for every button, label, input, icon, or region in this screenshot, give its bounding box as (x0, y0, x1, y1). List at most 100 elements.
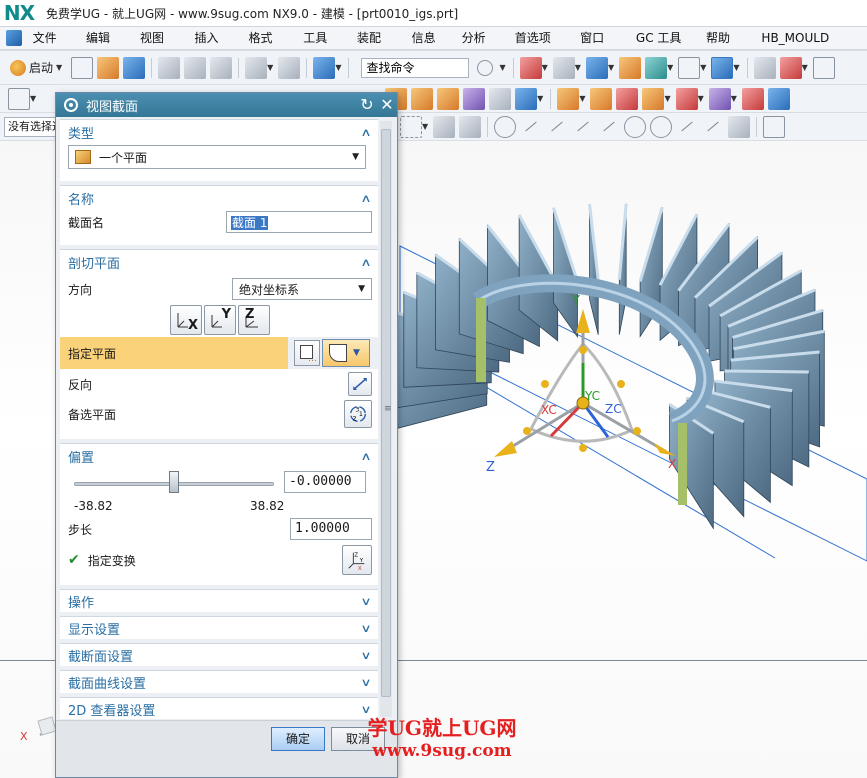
command-finder-icon[interactable] (313, 56, 336, 79)
menu-edit[interactable]: 编辑(E) (79, 28, 133, 66)
chevron-down-icon[interactable]: ▼ (267, 63, 273, 72)
wcs-icon[interactable] (779, 56, 802, 79)
cut-icon[interactable] (158, 56, 181, 79)
reset-icon[interactable]: ↻ (357, 95, 377, 115)
section-cut-face-settings[interactable]: 截断面设置 ∨ (60, 643, 378, 666)
menu-tools[interactable]: 工具(T) (296, 28, 350, 66)
alternate-plane-button[interactable]: 312 (344, 400, 372, 428)
shaded-cube-icon[interactable] (585, 56, 608, 79)
menu-gc-toolbox[interactable]: GC 工具箱 (629, 28, 699, 66)
chevron-down-icon[interactable]: ▼ (664, 94, 670, 103)
existing-point-icon[interactable] (676, 116, 698, 138)
plane-y-button[interactable]: Y (204, 305, 236, 335)
point-on-curve-icon[interactable] (702, 116, 724, 138)
chevron-down-icon[interactable]: ▼ (30, 94, 36, 103)
csys-dialog-button[interactable]: ZYX (342, 545, 372, 575)
section-operation[interactable]: 操作 ∨ (60, 589, 378, 612)
section-header-offset[interactable]: 偏置 ∧ (60, 444, 378, 469)
menu-window[interactable]: 窗口(O) (573, 28, 629, 66)
section-header-display-settings[interactable]: 显示设置 ∨ (60, 617, 378, 640)
type-dropdown[interactable]: 一个平面 ▼ (68, 145, 366, 169)
plane-z-button[interactable]: Z (238, 305, 270, 335)
chevron-down-icon[interactable]: ▼ (731, 94, 737, 103)
quadrant-icon[interactable] (650, 115, 673, 138)
chevron-down-icon[interactable]: ▼ (575, 63, 581, 72)
blend-icon[interactable] (515, 87, 538, 110)
triad-rotate-handle[interactable] (523, 427, 531, 435)
direction-dropdown[interactable]: 绝对坐标系 ▼ (232, 278, 372, 300)
select-face-icon[interactable] (459, 115, 482, 138)
new-file-icon[interactable] (71, 56, 94, 79)
chevron-down-icon[interactable]: ∨ (360, 703, 371, 716)
triad-rotate-handle[interactable] (579, 346, 587, 354)
selection-filter-dropdown[interactable]: 没有选择过 (4, 117, 60, 137)
point-on-face-icon[interactable] (728, 115, 751, 138)
chevron-down-icon[interactable]: ∨ (360, 595, 371, 608)
section-name-input[interactable]: 截面 1 (226, 211, 372, 233)
menu-help[interactable]: 帮助(H) (699, 28, 754, 66)
dialog-title-bar[interactable]: 视图截面 ↻ ✕ (56, 93, 397, 117)
trim-body-icon[interactable] (590, 87, 613, 110)
triad-rotate-handle[interactable] (541, 380, 549, 388)
layer-icon[interactable] (619, 56, 642, 79)
app-menu-icon[interactable] (6, 30, 22, 46)
menu-preferences[interactable]: 首选项(P) (508, 28, 573, 66)
snap-points-icon[interactable] (494, 115, 517, 138)
chevron-up-icon[interactable]: ∧ (360, 126, 371, 139)
chevron-down-icon[interactable]: ▼ (698, 94, 704, 103)
paste-icon[interactable] (210, 56, 233, 79)
chevron-down-icon[interactable]: ▼ (700, 63, 706, 72)
reverse-direction-button[interactable] (348, 372, 372, 396)
section-curve-settings[interactable]: 截面曲线设置 ∨ (60, 670, 378, 693)
unite-icon[interactable] (557, 87, 580, 110)
undo-icon[interactable] (245, 56, 268, 79)
section-header-cut-face-settings[interactable]: 截断面设置 ∨ (60, 644, 378, 667)
view-section-icon[interactable] (711, 56, 734, 79)
split-body-icon[interactable] (616, 87, 639, 110)
chevron-down-icon[interactable]: ∨ (360, 676, 371, 689)
z-arrow-icon[interactable] (494, 441, 517, 457)
chevron-down-icon[interactable]: ∨ (360, 649, 371, 662)
chevron-down-icon[interactable]: ▼ (579, 94, 585, 103)
redo-icon[interactable] (278, 56, 301, 79)
stack-icon[interactable] (753, 56, 776, 79)
chevron-up-icon[interactable]: ∧ (360, 256, 371, 269)
open-folder-icon[interactable] (97, 56, 120, 79)
section-header-type[interactable]: 类型 ∧ (60, 120, 378, 145)
dialog-scrollbar-thumb[interactable]: ≡ (381, 129, 392, 697)
step-value-input[interactable]: 1.00000 (290, 518, 372, 540)
plane-dialog-button[interactable]: … (294, 340, 320, 366)
hole-icon[interactable] (437, 87, 460, 110)
triad-rotate-handle[interactable] (633, 427, 641, 435)
mirror-icon[interactable] (708, 87, 731, 110)
select-body-icon[interactable] (433, 115, 456, 138)
chevron-down-icon[interactable]: ▼ (733, 63, 739, 72)
offset-slider-thumb[interactable] (169, 471, 179, 493)
orient-view-icon[interactable] (645, 56, 668, 79)
section-header-name[interactable]: 名称 ∧ (60, 186, 378, 211)
midpoint-icon[interactable] (546, 116, 568, 138)
render-style-icon[interactable] (552, 56, 575, 79)
ok-button[interactable]: 确定 (271, 727, 325, 751)
y-arrow-icon[interactable] (576, 309, 590, 333)
plane-method-dropdown[interactable]: ▼ (322, 339, 370, 367)
draft-icon[interactable] (767, 87, 790, 110)
offset-value-input[interactable]: -0.00000 (284, 471, 366, 493)
control-point-icon[interactable] (572, 116, 594, 138)
section-display-settings[interactable]: 显示设置 ∨ (60, 616, 378, 639)
menu-format[interactable]: 格式(R) (242, 28, 297, 66)
chevron-down-icon[interactable]: ▼ (335, 63, 341, 72)
search-icon[interactable] (477, 59, 494, 76)
boss-icon[interactable] (463, 87, 486, 110)
rectangle-select-icon[interactable] (400, 115, 422, 138)
section-header-curve-settings[interactable]: 截面曲线设置 ∨ (60, 671, 378, 694)
gear-icon[interactable] (64, 98, 78, 112)
chevron-up-icon[interactable]: ∧ (360, 192, 371, 205)
chevron-up-icon[interactable]: ∧ (360, 450, 371, 463)
close-icon[interactable]: ✕ (377, 95, 397, 115)
chevron-down-icon[interactable]: ▼ (608, 63, 614, 72)
save-icon[interactable] (123, 56, 146, 79)
menu-hb-mould[interactable]: HB_MOULD M6.6 (754, 28, 867, 66)
chevron-down-icon[interactable]: ▼ (542, 63, 548, 72)
section-header-2d-viewer-settings[interactable]: 2D 查看器设置 ∨ (60, 698, 378, 719)
